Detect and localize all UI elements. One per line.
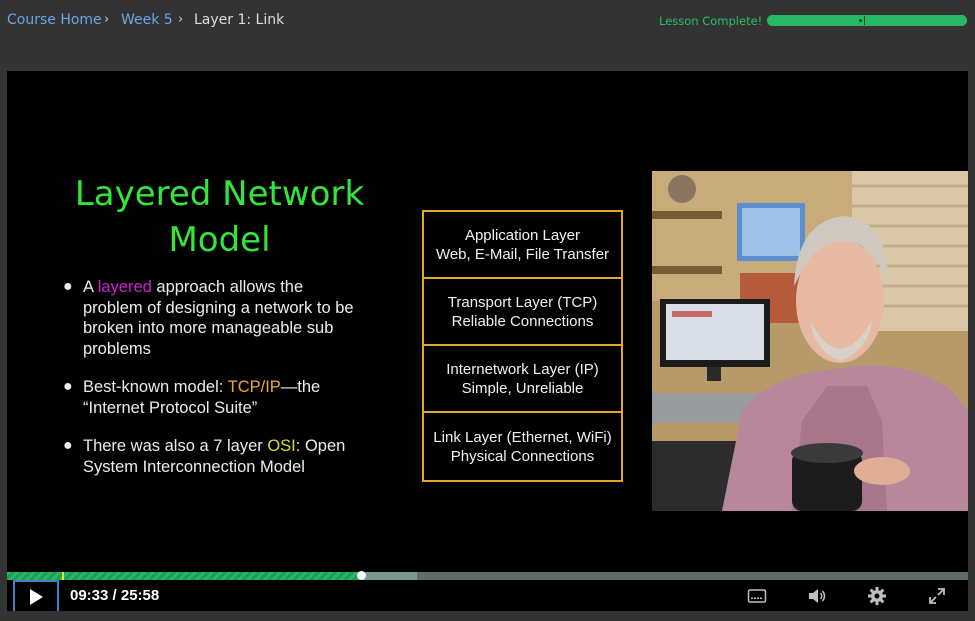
instructor-webcam bbox=[652, 171, 968, 511]
play-button[interactable] bbox=[13, 580, 59, 611]
fullscreen-icon[interactable] bbox=[927, 586, 947, 606]
bullet-icon: ● bbox=[63, 437, 73, 454]
layer-box-internetwork: Internetwork Layer (IP) Simple, Unreliab… bbox=[424, 346, 621, 413]
volume-icon[interactable] bbox=[807, 586, 827, 606]
slide-title: Layered Network Model bbox=[74, 174, 365, 260]
top-bar: Course Home › Week 5 › Layer 1: Link Les… bbox=[0, 0, 975, 42]
lesson-progress-tick bbox=[864, 16, 865, 25]
video-played-fill bbox=[7, 572, 361, 580]
video-control-bar: 09:33 / 25:58 bbox=[7, 580, 968, 611]
slide-bullet: ● Best-known model: TCP/IP—the “Internet… bbox=[63, 378, 321, 417]
breadcrumb-course-home[interactable]: Course Home bbox=[7, 12, 102, 28]
video-time-display: 09:33 / 25:58 bbox=[70, 587, 160, 604]
video-player[interactable]: Layered Network Model ● A layered approa… bbox=[7, 71, 968, 611]
video-progress-bar[interactable] bbox=[7, 571, 968, 580]
lesson-progress-dot bbox=[859, 19, 862, 22]
breadcrumb-current-lesson: Layer 1: Link bbox=[194, 12, 285, 28]
video-chapter-marker bbox=[61, 572, 64, 580]
captions-icon[interactable] bbox=[747, 586, 767, 606]
breadcrumb-week[interactable]: Week 5 bbox=[121, 12, 173, 28]
play-icon bbox=[30, 588, 43, 605]
lesson-progress-bar bbox=[767, 15, 967, 26]
slide-bullets: ● A layered approach allows the problem … bbox=[63, 277, 363, 495]
chevron-right-icon: › bbox=[104, 12, 110, 27]
bullet-icon: ● bbox=[63, 378, 73, 395]
layer-box-link: Link Layer (Ethernet, WiFi) Physical Con… bbox=[433, 428, 612, 465]
chevron-right-icon: › bbox=[178, 12, 184, 27]
video-scrub-handle[interactable] bbox=[356, 571, 366, 580]
slide-bullet: ● There was also a 7 layer OSI: Open Sys… bbox=[63, 437, 346, 476]
bullet-icon: ● bbox=[63, 278, 73, 295]
slide-bullet: ● A layered approach allows the problem … bbox=[63, 278, 354, 358]
gear-icon[interactable] bbox=[867, 586, 887, 606]
instructor-webcam-image bbox=[652, 171, 968, 511]
network-layer-stack: Application Layer Web, E-Mail, File Tran… bbox=[422, 210, 623, 482]
layer-box-application: Application Layer Web, E-Mail, File Tran… bbox=[424, 212, 621, 279]
lesson-status-label: Lesson Complete! bbox=[659, 14, 763, 28]
lesson-progress-fill bbox=[767, 15, 967, 26]
layer-box-transport: Transport Layer (TCP) Reliable Connectio… bbox=[424, 279, 621, 346]
